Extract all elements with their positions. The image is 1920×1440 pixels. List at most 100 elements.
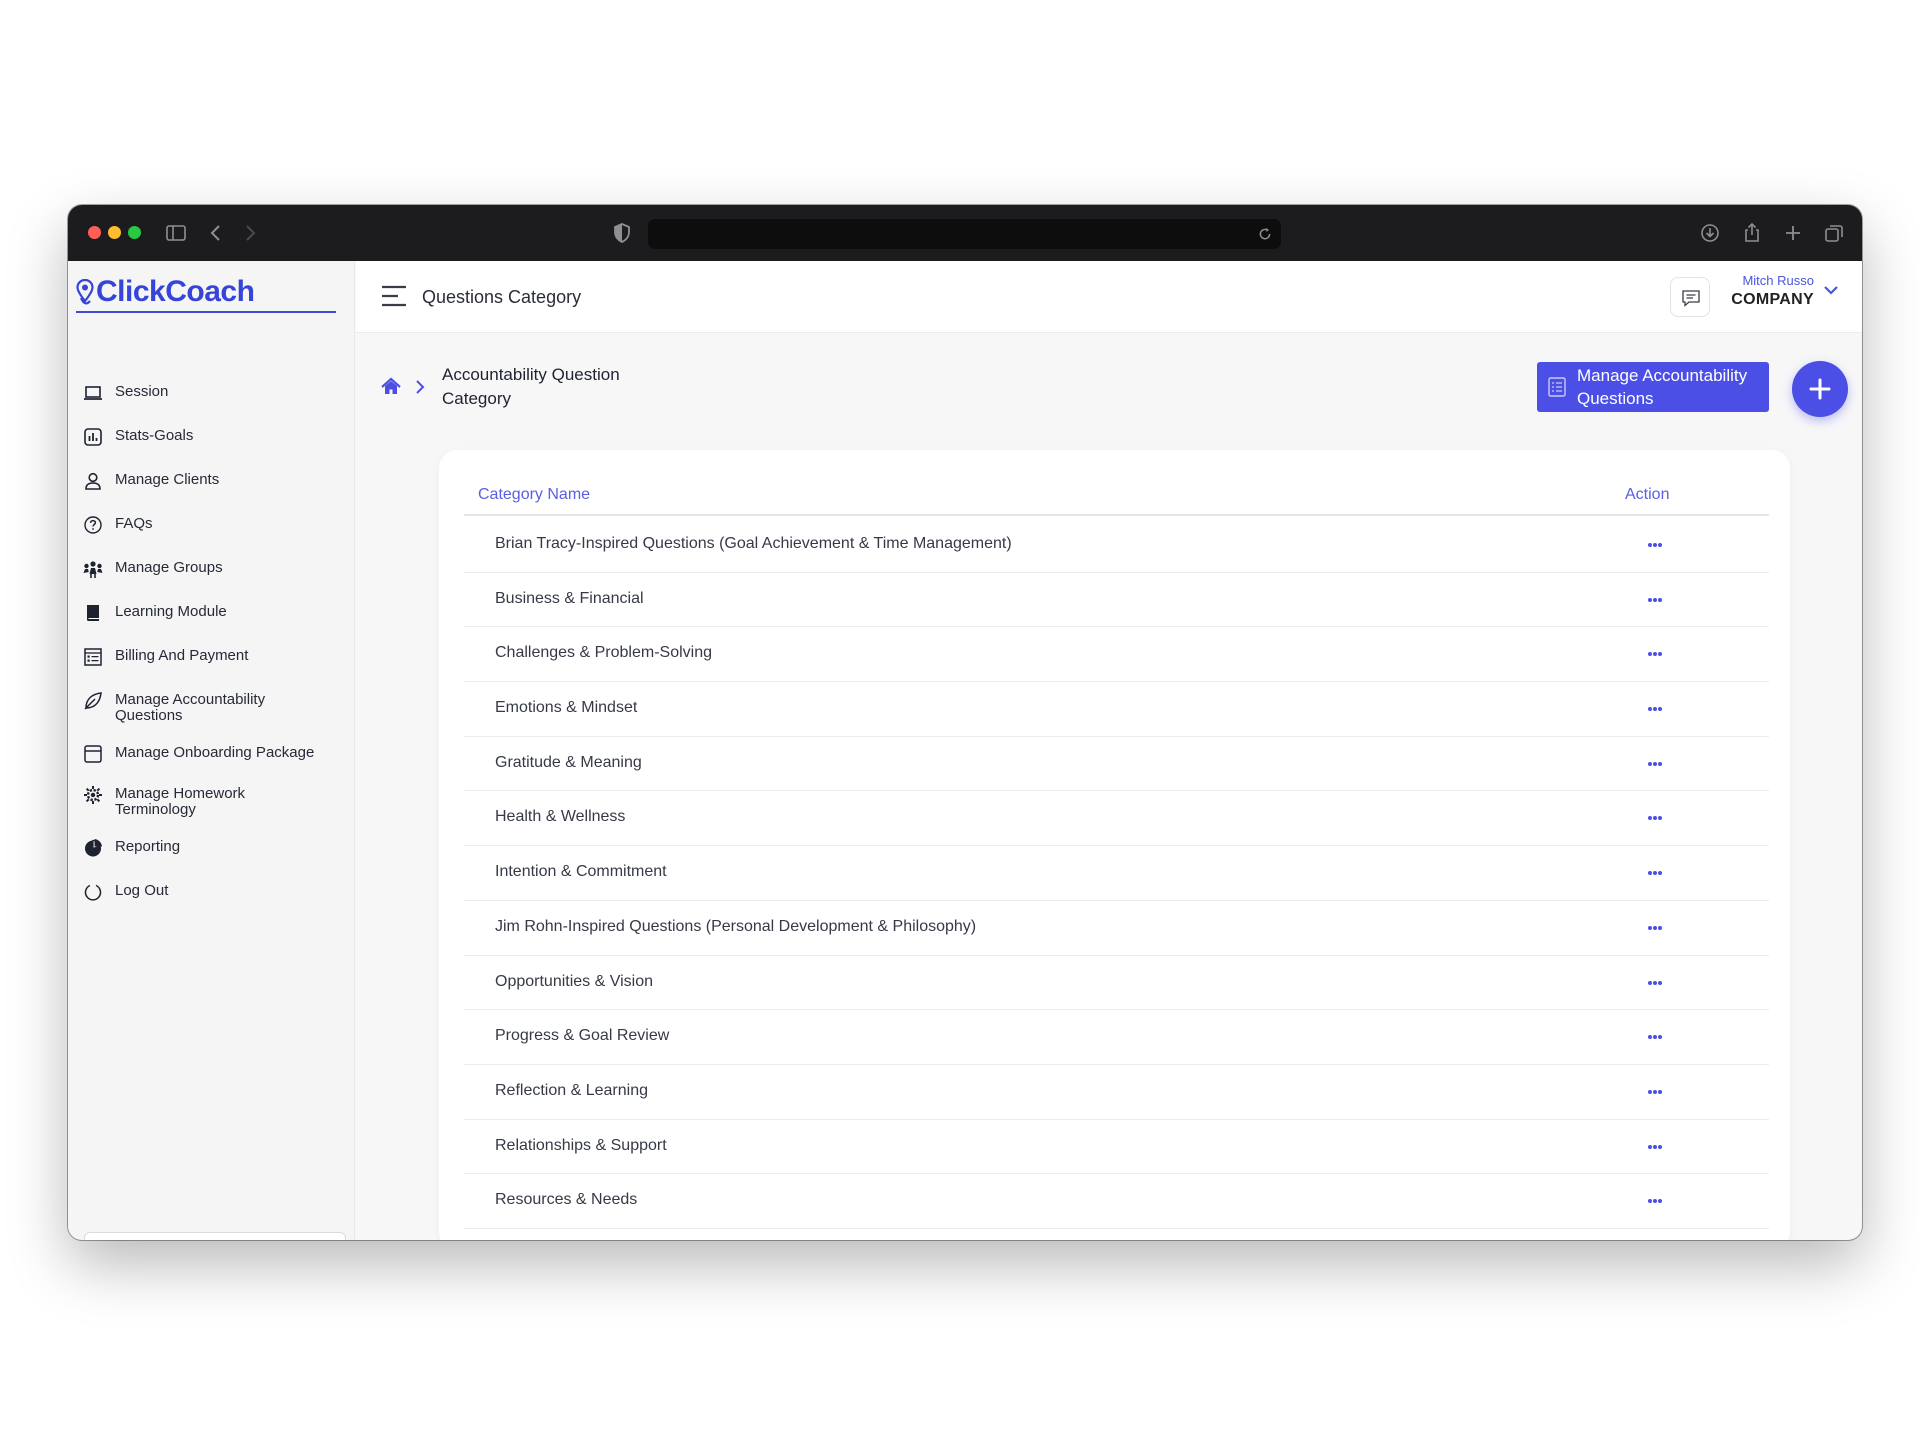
sidebar-item-session[interactable]: Session	[82, 381, 352, 404]
page-title: Questions Category	[422, 287, 582, 307]
row-actions-button[interactable]	[1642, 915, 1668, 941]
chevron-right-icon	[416, 380, 425, 394]
row-actions-button[interactable]	[1642, 860, 1668, 886]
share-icon[interactable]	[1740, 221, 1764, 245]
category-table-card: Category Name Action Brian Tracy-Inspire…	[439, 450, 1790, 1240]
sidebar-item-learning-module[interactable]: Learning Module	[82, 601, 352, 624]
logout-icon	[84, 884, 102, 901]
sidebar-item-label: Billing And Payment	[115, 647, 249, 664]
sidebar-nav: Session Stats-Goals Manage Clients FAQs …	[82, 381, 352, 903]
sidebar-item-billing[interactable]: Billing And Payment	[82, 645, 352, 668]
more-options-icon	[1648, 871, 1662, 876]
sidebar-item-label: Stats-Goals	[115, 427, 194, 444]
sidebar-item-label: Manage Accountability Questions	[115, 691, 266, 724]
more-options-icon	[1648, 1144, 1662, 1149]
user-icon	[85, 472, 101, 490]
package-icon	[84, 745, 102, 763]
pie-chart-icon	[85, 839, 102, 857]
tab-overview-icon[interactable]	[1822, 221, 1846, 245]
row-actions-button[interactable]	[1642, 970, 1668, 996]
manage-accountability-questions-button[interactable]: Manage Accountability Questions	[1537, 362, 1769, 412]
more-options-icon	[1648, 816, 1662, 821]
plus-icon	[1809, 378, 1831, 400]
sidebar-item-manage-groups[interactable]: Manage Groups	[82, 557, 352, 580]
category-name-cell: Resources & Needs	[495, 1191, 638, 1209]
table-header: Category Name Action	[464, 480, 1769, 516]
home-icon[interactable]	[380, 376, 402, 398]
sidebar-item-manage-accountability-questions[interactable]: Manage Accountability Questions	[82, 689, 352, 724]
user-role: COMPANY	[1731, 291, 1814, 308]
row-actions-button[interactable]	[1642, 805, 1668, 831]
user-menu[interactable]: Mitch Russo COMPANY	[1724, 273, 1844, 317]
chat-icon	[1682, 290, 1700, 307]
leaf-icon	[84, 692, 102, 710]
column-header-category-name[interactable]: Category Name	[478, 486, 590, 504]
sidebar-item-manage-homework-terminology[interactable]: Manage Homework Terminology	[82, 783, 352, 818]
top-header: Questions Category Mitch Russo COMPANY	[356, 261, 1862, 333]
sidebar-toggle-icon[interactable]	[164, 221, 188, 245]
table-row: Opportunities & Vision	[464, 956, 1769, 1011]
back-icon[interactable]	[204, 221, 228, 245]
add-category-button[interactable]	[1792, 361, 1848, 417]
sidebar-item-manage-clients[interactable]: Manage Clients	[82, 469, 352, 492]
sidebar-item-label: Session	[115, 383, 169, 400]
messages-button[interactable]	[1670, 277, 1710, 317]
sidebar-item-label: Manage Onboarding Package	[115, 744, 315, 761]
row-actions-button[interactable]	[1642, 1024, 1668, 1050]
row-actions-button[interactable]	[1642, 532, 1668, 558]
row-actions-button[interactable]	[1642, 641, 1668, 667]
group-icon	[83, 561, 103, 578]
row-actions-button[interactable]	[1642, 1188, 1668, 1214]
category-name-cell: Business & Financial	[495, 589, 644, 607]
zoom-window-button[interactable]	[128, 226, 141, 239]
table-row: Health & Wellness	[464, 791, 1769, 847]
table-row: Gratitude & Meaning	[464, 737, 1769, 792]
more-options-icon	[1648, 597, 1662, 602]
chart-icon	[84, 428, 102, 446]
row-actions-button[interactable]	[1642, 751, 1668, 777]
gear-icon	[84, 786, 102, 804]
row-actions-button[interactable]	[1642, 1079, 1668, 1105]
more-options-icon	[1648, 980, 1662, 985]
table-row: Jim Rohn-Inspired Questions (Personal De…	[464, 901, 1769, 956]
laptop-icon	[84, 386, 102, 400]
browser-titlebar	[68, 205, 1862, 261]
address-bar[interactable]	[648, 219, 1281, 249]
sidebar-item-log-out[interactable]: Log Out	[82, 880, 352, 903]
category-name-cell: Challenges & Problem-Solving	[495, 644, 712, 662]
sidebar-item-label: Learning Module	[115, 603, 227, 620]
table-row: Brian Tracy-Inspired Questions (Goal Ach…	[464, 518, 1769, 573]
category-name-cell: Opportunities & Vision	[495, 972, 654, 990]
row-actions-button[interactable]	[1642, 1134, 1668, 1160]
sidebar-item-reporting[interactable]: Reporting	[82, 836, 352, 859]
column-header-action: Action	[1625, 486, 1670, 503]
question-icon	[84, 516, 102, 534]
category-name-cell: Gratitude & Meaning	[495, 753, 642, 771]
row-actions-button[interactable]	[1642, 696, 1668, 722]
close-window-button[interactable]	[88, 226, 101, 239]
reload-icon[interactable]	[1257, 226, 1273, 242]
invoice-icon	[84, 648, 102, 666]
row-actions-button[interactable]	[1642, 587, 1668, 613]
new-tab-icon[interactable]	[1781, 221, 1805, 245]
brand-name: ClickCoach	[96, 275, 255, 308]
shield-icon	[614, 223, 630, 243]
table-row: Resources & Needs	[464, 1174, 1769, 1229]
book-icon	[87, 605, 99, 621]
minimize-window-button[interactable]	[108, 226, 121, 239]
category-name-cell: Progress & Goal Review	[495, 1027, 670, 1045]
sidebar-item-faqs[interactable]: FAQs	[82, 513, 352, 536]
download-icon[interactable]	[1698, 221, 1722, 245]
sidebar-item-label: Reporting	[115, 838, 181, 855]
forward-icon[interactable]	[238, 221, 262, 245]
category-name-cell: Health & Wellness	[495, 808, 626, 826]
more-options-icon	[1648, 652, 1662, 657]
sidebar-item-stats-goals[interactable]: Stats-Goals	[82, 425, 352, 448]
table-row: Business & Financial	[464, 573, 1769, 628]
sidebar-item-manage-onboarding-package[interactable]: Manage Onboarding Package	[82, 742, 352, 765]
logo[interactable]: ClickCoach	[76, 275, 336, 313]
breadcrumb-current: Accountability Question Category	[442, 365, 620, 408]
menu-icon[interactable]	[380, 283, 408, 309]
browser-window: ClickCoach Session Stats-Goals Manage Cl…	[68, 205, 1862, 1240]
sidebar-item-label: Manage Groups	[115, 559, 223, 576]
